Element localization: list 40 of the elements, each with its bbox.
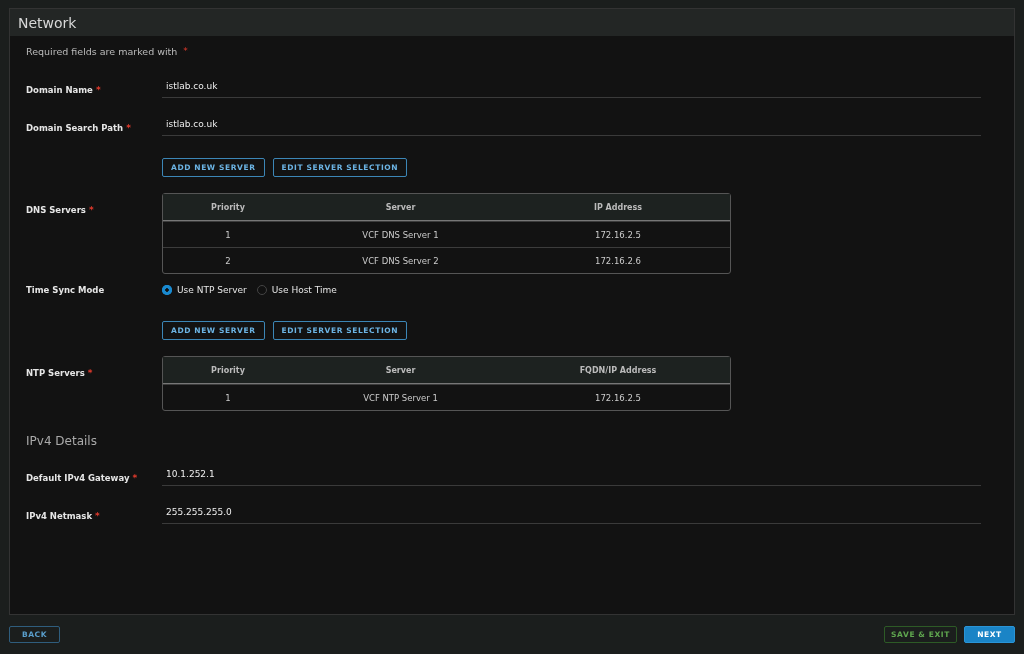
required-note: Required fields are marked with (26, 45, 178, 57)
input-field[interactable]: 10.1.252.1 (162, 464, 981, 486)
table-cell-text: VCF DNS Server 1 (361, 229, 440, 240)
input-field[interactable]: istlab.co.uk (162, 114, 981, 136)
table-cell-text: 172.16.2.6 (594, 255, 642, 266)
field-label: DNS Servers (26, 205, 86, 215)
field-label: Domain Search Path (26, 123, 124, 133)
field-label: Default IPv4 Gateway (26, 473, 130, 483)
table-cell-text: 1 (224, 229, 232, 240)
column-header: Server (384, 365, 417, 375)
radio-button[interactable] (256, 285, 267, 295)
column-header: IP Address (592, 202, 644, 212)
section-heading: IPv4 Details (26, 434, 97, 448)
field-label: Time Sync Mode (26, 285, 105, 295)
required-mark: * (95, 85, 101, 95)
radio-button[interactable] (162, 285, 172, 295)
input-field[interactable]: 255.255.255.0 (162, 502, 981, 524)
table-cell-text: 172.16.2.5 (594, 392, 642, 403)
radio-label[interactable]: Use NTP Server (177, 285, 247, 295)
table-cell-text: VCF DNS Server 2 (361, 255, 440, 266)
required-mark: * (87, 368, 93, 378)
required-mark: * (126, 123, 131, 133)
field-label: NTP Servers (26, 368, 85, 378)
column-header: Server (384, 202, 417, 212)
column-header: FQDN/IP Address (578, 365, 658, 375)
column-header: Priority (210, 365, 246, 375)
table-cell-text: 172.16.2.5 (594, 229, 642, 240)
field-label: IPv4 Netmask (26, 511, 93, 521)
column-header: Priority (210, 202, 246, 212)
required-mark: * (95, 511, 100, 521)
table-cell-text: 1 (224, 392, 232, 403)
window-title: Network (18, 14, 77, 31)
table-cell-text: VCF NTP Server 1 (362, 392, 439, 403)
field-label: Domain Name (26, 85, 93, 95)
required-mark: * (88, 205, 94, 215)
required-mark: * (132, 473, 138, 483)
required-mark: * (183, 46, 188, 56)
radio-label[interactable]: Use Host Time (271, 285, 337, 295)
table-cell-text: 2 (224, 255, 232, 266)
input-field[interactable]: istlab.co.uk (162, 76, 981, 98)
